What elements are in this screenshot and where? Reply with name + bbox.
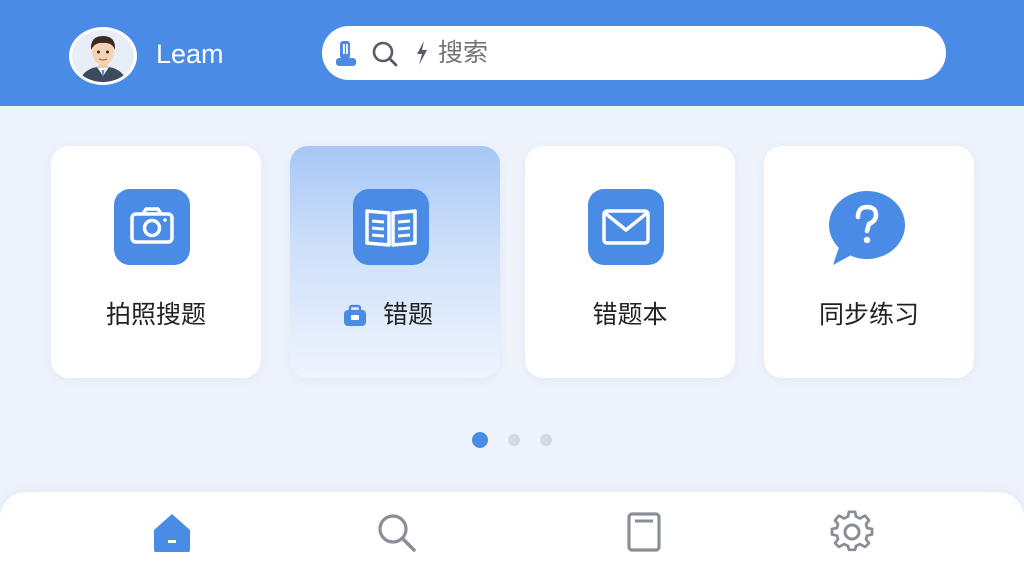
card-label: 错题 [382,300,433,329]
search-icon [372,41,398,67]
page-dot-active[interactable] [472,432,488,448]
card-wrong-questions[interactable]: 错题 [290,146,500,378]
open-book-icon [365,209,417,247]
question-bubble-icon [829,191,905,265]
nav-settings[interactable] [830,510,874,554]
nav-notebook[interactable] [623,510,667,554]
camera-icon [130,207,174,244]
card-sync-practice[interactable]: 同步练习 [764,146,974,378]
user-badge-icon [336,41,356,66]
card-label: 错题本 [592,300,668,329]
nav-home[interactable] [150,510,194,554]
card-wrong-notebook[interactable]: 错题本 [525,146,735,378]
username[interactable]: Leam [156,36,224,72]
card-label: 同步练习 [818,300,919,329]
bolt-icon [417,41,427,65]
top-header: Leam [0,0,1024,106]
bottom-nav [0,492,1024,576]
page-dot[interactable] [508,434,520,446]
envelope-icon-box [588,189,664,265]
camera-icon-box [114,189,190,265]
nav-search[interactable] [374,510,418,554]
card-label: 拍照搜题 [105,300,206,329]
page-dot[interactable] [540,434,552,446]
open-book-icon-box [353,189,429,265]
search-input[interactable] [438,36,918,70]
notebook-icon [627,512,661,552]
search-bar[interactable] [322,26,946,80]
card-photo-search[interactable]: 拍照搜题 [51,146,261,378]
search-icon [378,514,416,552]
home-icon [154,514,190,552]
avatar[interactable] [69,27,137,85]
envelope-icon [602,209,650,245]
gear-icon [830,510,874,552]
